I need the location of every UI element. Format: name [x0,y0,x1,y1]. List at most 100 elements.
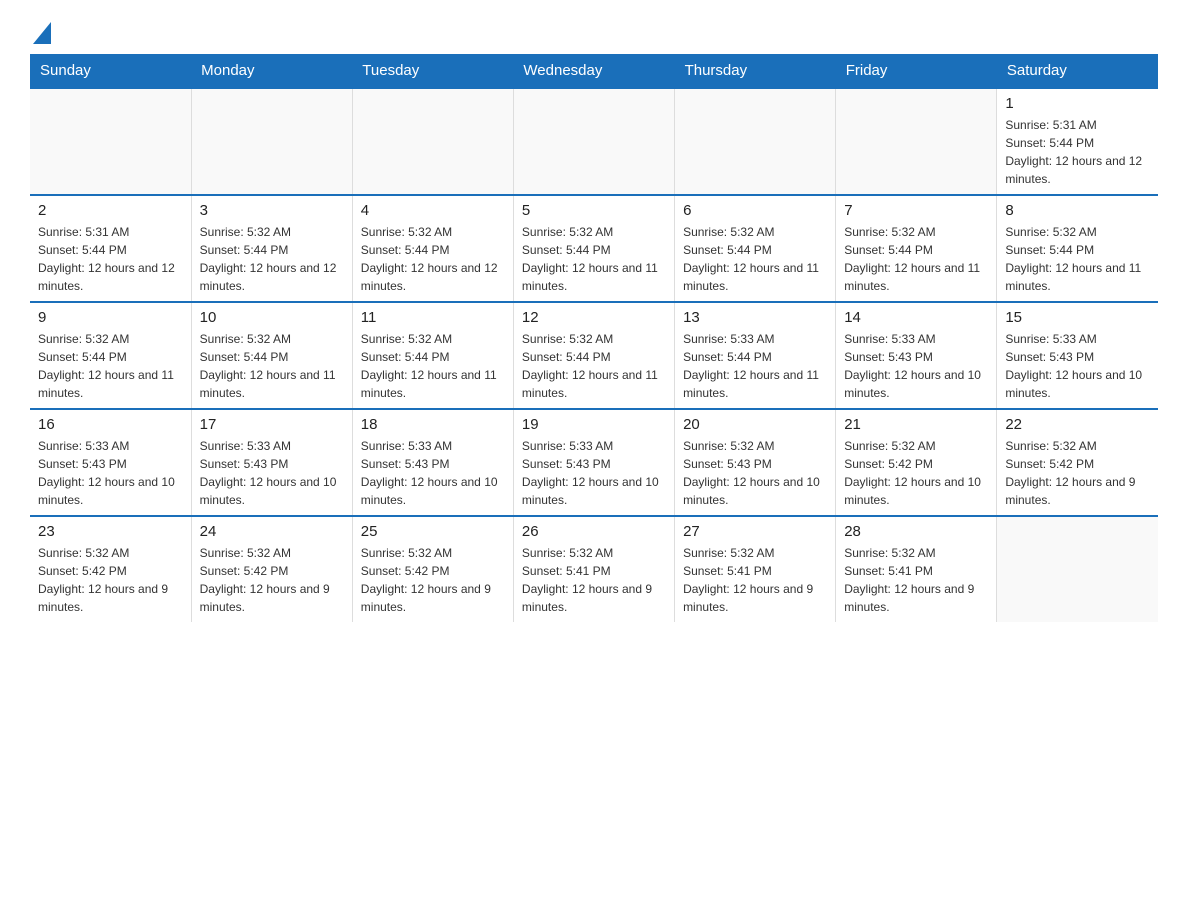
calendar-cell: 19 Sunrise: 5:33 AM Sunset: 5:43 PM Dayli… [513,409,674,516]
day-number: 14 [844,309,988,326]
day-number: 3 [200,202,344,219]
calendar-cell: 1 Sunrise: 5:31 AM Sunset: 5:44 PM Daylig… [997,88,1158,195]
calendar-cell: 8 Sunrise: 5:32 AM Sunset: 5:44 PM Daylig… [997,195,1158,302]
calendar-cell: 12 Sunrise: 5:32 AM Sunset: 5:44 PM Dayli… [513,302,674,409]
calendar-cell: 14 Sunrise: 5:33 AM Sunset: 5:43 PM Dayli… [836,302,997,409]
day-number: 13 [683,309,827,326]
calendar-cell: 10 Sunrise: 5:32 AM Sunset: 5:44 PM Dayli… [191,302,352,409]
day-number: 17 [200,416,344,433]
day-number: 20 [683,416,827,433]
weekday-header-thursday: Thursday [675,54,836,88]
calendar-table: SundayMondayTuesdayWednesdayThursdayFrid… [30,54,1158,622]
day-info: Sunrise: 5:33 AM Sunset: 5:43 PM Dayligh… [361,437,505,509]
calendar-cell: 18 Sunrise: 5:33 AM Sunset: 5:43 PM Dayli… [352,409,513,516]
day-info: Sunrise: 5:31 AM Sunset: 5:44 PM Dayligh… [38,223,183,295]
day-number: 19 [522,416,666,433]
day-info: Sunrise: 5:32 AM Sunset: 5:42 PM Dayligh… [1005,437,1150,509]
day-info: Sunrise: 5:32 AM Sunset: 5:42 PM Dayligh… [361,544,505,616]
logo-triangle-icon [33,22,51,44]
weekday-header-row: SundayMondayTuesdayWednesdayThursdayFrid… [30,54,1158,88]
day-number: 6 [683,202,827,219]
day-number: 22 [1005,416,1150,433]
day-info: Sunrise: 5:33 AM Sunset: 5:43 PM Dayligh… [38,437,183,509]
day-info: Sunrise: 5:33 AM Sunset: 5:44 PM Dayligh… [683,330,827,402]
weekday-header-tuesday: Tuesday [352,54,513,88]
day-info: Sunrise: 5:32 AM Sunset: 5:44 PM Dayligh… [522,223,666,295]
day-number: 25 [361,523,505,540]
weekday-header-wednesday: Wednesday [513,54,674,88]
day-number: 28 [844,523,988,540]
calendar-cell: 15Sunrise: 5:33 AM Sunset: 5:43 PM Dayli… [997,302,1158,409]
day-info: Sunrise: 5:32 AM Sunset: 5:44 PM Dayligh… [200,223,344,295]
calendar-cell: 7Sunrise: 5:32 AM Sunset: 5:44 PM Daylig… [836,195,997,302]
day-number: 8 [1005,202,1150,219]
calendar-cell: 26 Sunrise: 5:32 AM Sunset: 5:41 PM Dayli… [513,516,674,622]
calendar-cell: 2 Sunrise: 5:31 AM Sunset: 5:44 PM Daylig… [30,195,191,302]
day-info: Sunrise: 5:32 AM Sunset: 5:41 PM Dayligh… [844,544,988,616]
calendar-week-row: 2 Sunrise: 5:31 AM Sunset: 5:44 PM Daylig… [30,195,1158,302]
calendar-cell: 21 Sunrise: 5:32 AM Sunset: 5:42 PM Dayli… [836,409,997,516]
calendar-cell: 6 Sunrise: 5:32 AM Sunset: 5:44 PM Daylig… [675,195,836,302]
calendar-cell: 23 Sunrise: 5:32 AM Sunset: 5:42 PM Dayli… [30,516,191,622]
day-info: Sunrise: 5:33 AM Sunset: 5:43 PM Dayligh… [200,437,344,509]
day-number: 18 [361,416,505,433]
day-info: Sunrise: 5:32 AM Sunset: 5:44 PM Dayligh… [1005,223,1150,295]
day-number: 26 [522,523,666,540]
calendar-cell [513,88,674,195]
day-number: 10 [200,309,344,326]
calendar-cell: 24 Sunrise: 5:32 AM Sunset: 5:42 PM Dayli… [191,516,352,622]
day-info: Sunrise: 5:31 AM Sunset: 5:44 PM Dayligh… [1005,116,1150,188]
calendar-cell [675,88,836,195]
calendar-cell: 22 Sunrise: 5:32 AM Sunset: 5:42 PM Dayli… [997,409,1158,516]
day-number: 12 [522,309,666,326]
calendar-week-row: 9Sunrise: 5:32 AM Sunset: 5:44 PM Daylig… [30,302,1158,409]
day-info: Sunrise: 5:33 AM Sunset: 5:43 PM Dayligh… [1005,330,1150,402]
day-number: 2 [38,202,183,219]
day-info: Sunrise: 5:32 AM Sunset: 5:44 PM Dayligh… [200,330,344,402]
calendar-cell: 9Sunrise: 5:32 AM Sunset: 5:44 PM Daylig… [30,302,191,409]
day-number: 11 [361,309,505,326]
day-number: 16 [38,416,183,433]
calendar-week-row: 16 Sunrise: 5:33 AM Sunset: 5:43 PM Dayli… [30,409,1158,516]
page-header [30,20,1158,44]
day-number: 5 [522,202,666,219]
day-info: Sunrise: 5:32 AM Sunset: 5:43 PM Dayligh… [683,437,827,509]
calendar-cell: 11 Sunrise: 5:32 AM Sunset: 5:44 PM Dayli… [352,302,513,409]
day-info: Sunrise: 5:32 AM Sunset: 5:44 PM Dayligh… [361,330,505,402]
calendar-cell: 25 Sunrise: 5:32 AM Sunset: 5:42 PM Dayli… [352,516,513,622]
day-info: Sunrise: 5:32 AM Sunset: 5:42 PM Dayligh… [38,544,183,616]
logo [30,20,51,44]
calendar-cell: 16 Sunrise: 5:33 AM Sunset: 5:43 PM Dayli… [30,409,191,516]
day-info: Sunrise: 5:32 AM Sunset: 5:42 PM Dayligh… [200,544,344,616]
day-number: 27 [683,523,827,540]
calendar-week-row: 1 Sunrise: 5:31 AM Sunset: 5:44 PM Daylig… [30,88,1158,195]
day-number: 21 [844,416,988,433]
calendar-cell: 4 Sunrise: 5:32 AM Sunset: 5:44 PM Daylig… [352,195,513,302]
calendar-cell: 5 Sunrise: 5:32 AM Sunset: 5:44 PM Daylig… [513,195,674,302]
weekday-header-saturday: Saturday [997,54,1158,88]
calendar-cell: 13 Sunrise: 5:33 AM Sunset: 5:44 PM Dayli… [675,302,836,409]
day-number: 24 [200,523,344,540]
day-info: Sunrise: 5:32 AM Sunset: 5:44 PM Dayligh… [361,223,505,295]
calendar-cell [191,88,352,195]
day-info: Sunrise: 5:32 AM Sunset: 5:44 PM Dayligh… [683,223,827,295]
day-info: Sunrise: 5:32 AM Sunset: 5:44 PM Dayligh… [38,330,183,402]
weekday-header-monday: Monday [191,54,352,88]
day-number: 1 [1005,95,1150,112]
day-info: Sunrise: 5:33 AM Sunset: 5:43 PM Dayligh… [522,437,666,509]
day-info: Sunrise: 5:32 AM Sunset: 5:41 PM Dayligh… [683,544,827,616]
day-number: 23 [38,523,183,540]
calendar-cell: 17 Sunrise: 5:33 AM Sunset: 5:43 PM Dayli… [191,409,352,516]
day-info: Sunrise: 5:33 AM Sunset: 5:43 PM Dayligh… [844,330,988,402]
calendar-cell [836,88,997,195]
calendar-cell: 20 Sunrise: 5:32 AM Sunset: 5:43 PM Dayli… [675,409,836,516]
weekday-header-sunday: Sunday [30,54,191,88]
weekday-header-friday: Friday [836,54,997,88]
day-number: 4 [361,202,505,219]
calendar-cell [352,88,513,195]
day-info: Sunrise: 5:32 AM Sunset: 5:41 PM Dayligh… [522,544,666,616]
day-number: 7 [844,202,988,219]
day-info: Sunrise: 5:32 AM Sunset: 5:42 PM Dayligh… [844,437,988,509]
calendar-cell [997,516,1158,622]
day-info: Sunrise: 5:32 AM Sunset: 5:44 PM Dayligh… [522,330,666,402]
